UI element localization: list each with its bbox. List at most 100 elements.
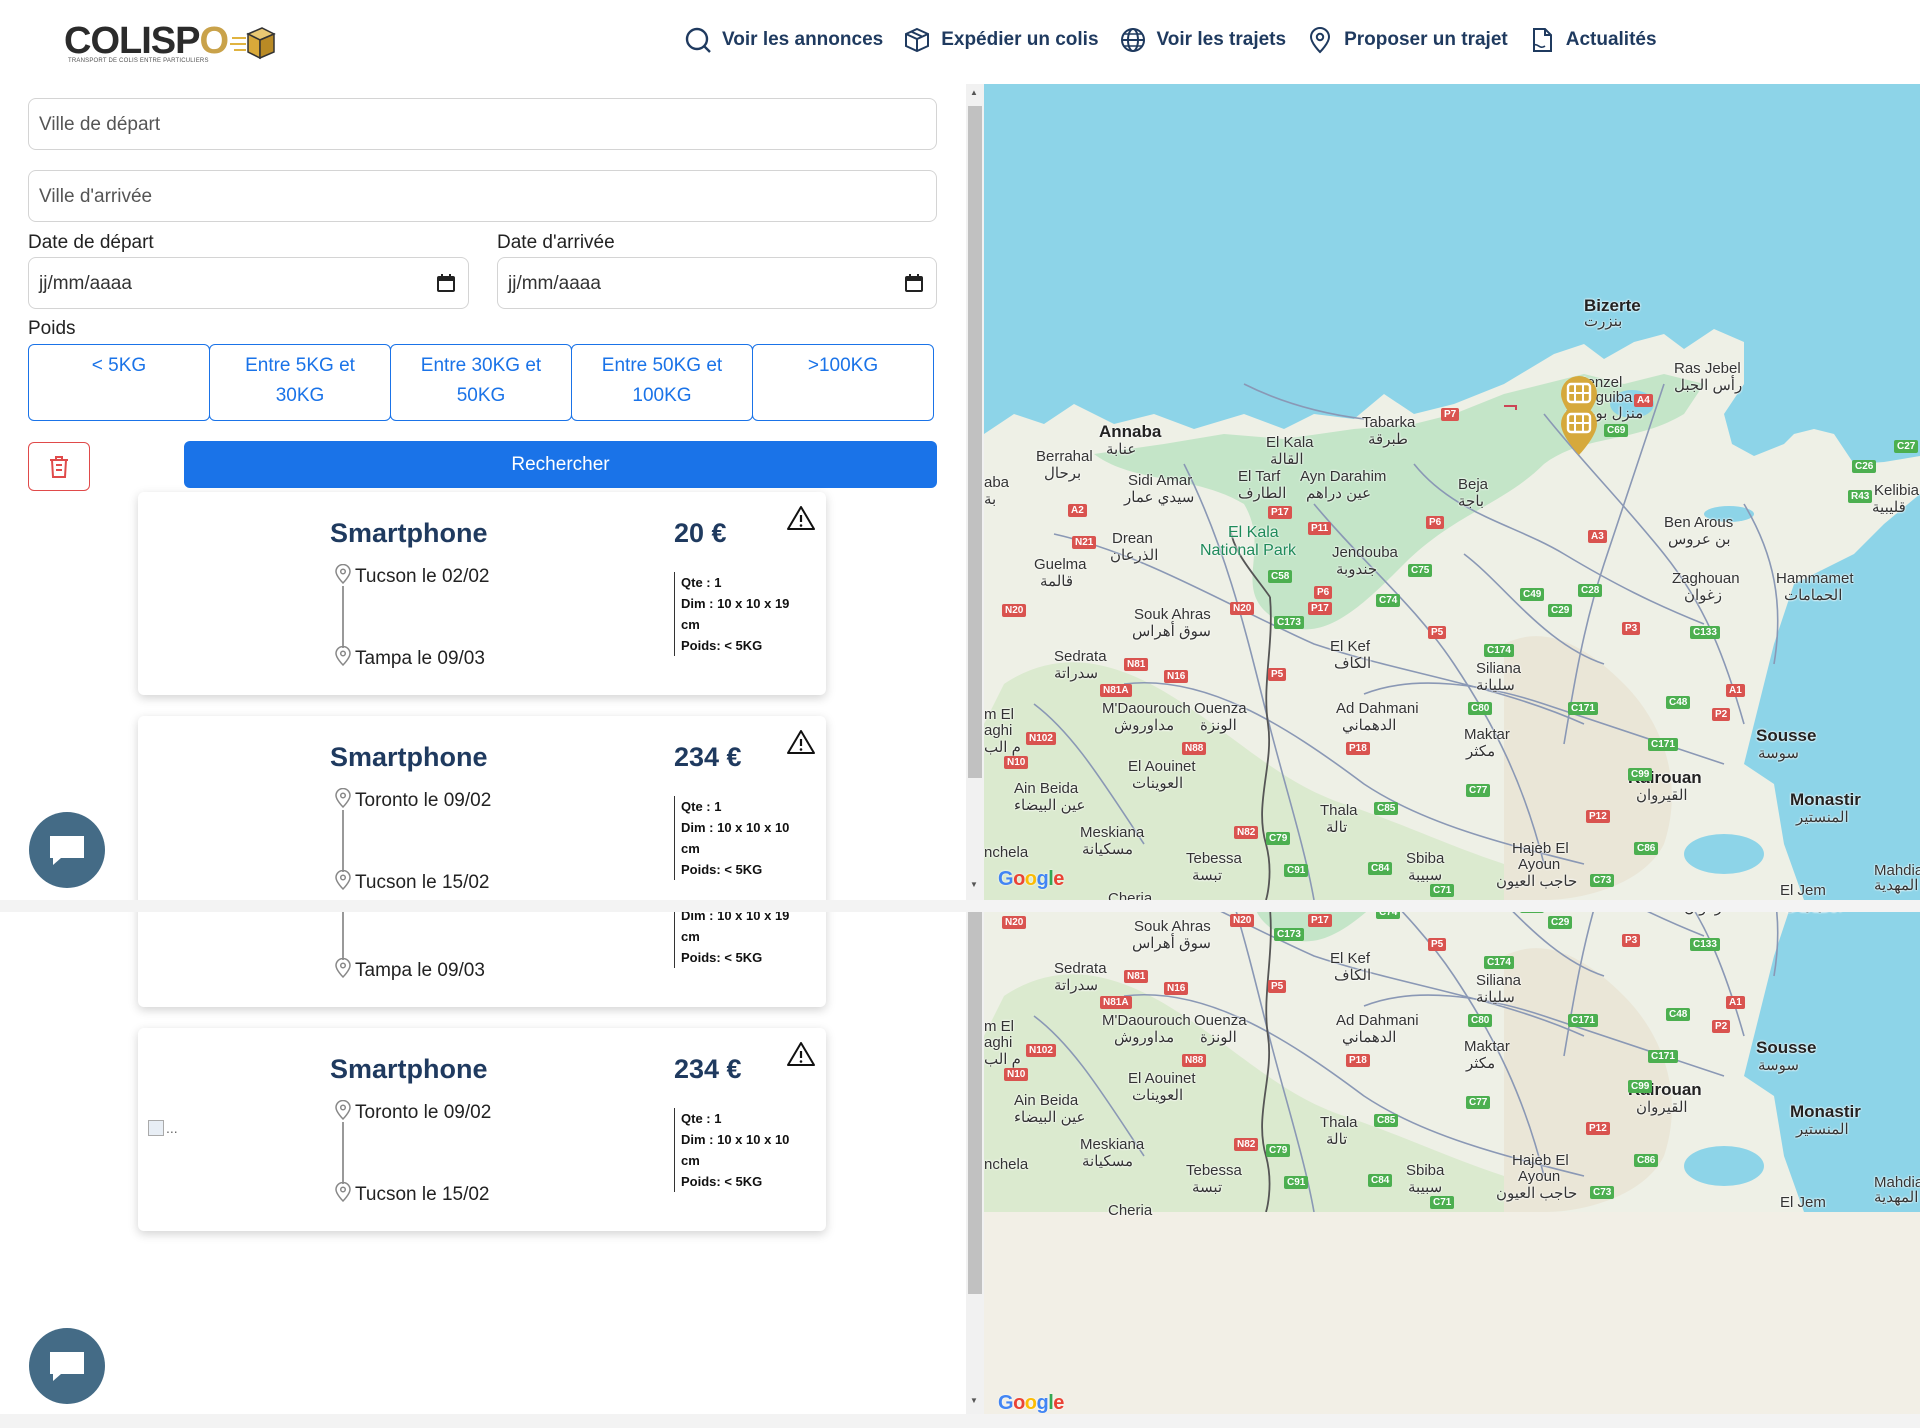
chat-bubble-icon bbox=[50, 1352, 84, 1381]
nav-label: Expédier un colis bbox=[941, 29, 1099, 50]
site-logo[interactable]: COLISPO TRANSPORT DE COLIS ENTRE PARTICU… bbox=[64, 20, 276, 64]
road-shield: N20 bbox=[1230, 602, 1255, 615]
chat-button[interactable] bbox=[29, 1328, 105, 1404]
map-label-el-aghi: m El bbox=[984, 706, 1014, 723]
google-attribution-logo[interactable]: Google bbox=[998, 868, 1064, 891]
weight-option-5-30[interactable]: Entre 5KG et 30KG bbox=[209, 344, 391, 421]
nav-proposer-trajet[interactable]: Proposer un trajet bbox=[1306, 26, 1508, 54]
map-label-aghi-ar: م الب bbox=[984, 1051, 1021, 1068]
road-shield: C85 bbox=[1374, 1114, 1399, 1127]
listing-dim: Dim : 10 x 10 x 19 bbox=[681, 596, 790, 611]
calendar-icon[interactable] bbox=[436, 273, 456, 293]
map-label-ayoun: Ayoun bbox=[1518, 856, 1561, 873]
map-label-hammamet-ar: الحمامات bbox=[1784, 587, 1843, 604]
scroll-down-arrow[interactable]: ▼ bbox=[970, 880, 978, 889]
listing-title: Smartphone bbox=[330, 1054, 488, 1084]
chat-button[interactable] bbox=[29, 812, 105, 888]
scrollbar[interactable]: ▲ ▼ bbox=[966, 84, 984, 900]
nav-actualites[interactable]: Actualités bbox=[1528, 26, 1657, 54]
logo-wordmark: COLISPO bbox=[64, 20, 229, 62]
search-button[interactable]: Rechercher bbox=[184, 441, 937, 488]
weight-option-lt5[interactable]: < 5KG bbox=[28, 344, 210, 421]
map-label-thala-ar: تالة bbox=[1326, 1131, 1348, 1148]
road-shield: C80 bbox=[1468, 1014, 1493, 1027]
road-shield: C69 bbox=[1604, 424, 1629, 437]
map-label-sidi-amar: Sidi Amar bbox=[1128, 472, 1193, 489]
departure-city-input[interactable]: Ville de départ bbox=[28, 98, 937, 150]
road-shield: P5 bbox=[1428, 938, 1447, 951]
scrollbar-thumb[interactable] bbox=[968, 912, 982, 1294]
destination-pin-icon bbox=[335, 646, 351, 666]
road-shield: C85 bbox=[1374, 802, 1399, 815]
search-panel: Ville de départ Ville d'arrivée Date de … bbox=[0, 84, 966, 900]
road-shield: P7 bbox=[1441, 408, 1460, 421]
map-label-sedrata: Sedrata bbox=[1054, 648, 1107, 665]
trash-icon bbox=[50, 455, 68, 478]
weight-option-30-50[interactable]: Entre 30KG et 50KG bbox=[390, 344, 572, 421]
scrollbar[interactable]: ▼ bbox=[966, 912, 984, 1414]
listing-card[interactable]: Smartphone 20 € Tucson le 02/02 Tampa le… bbox=[138, 492, 826, 695]
listing-card[interactable]: Smartphone 234 € Toronto le 09/02 Tucson… bbox=[138, 716, 826, 900]
road-shield: C71 bbox=[1430, 884, 1455, 897]
arrival-city-input[interactable]: Ville d'arrivée bbox=[28, 170, 937, 222]
listing-card[interactable]: ... Smartphone 20 € Tucson le 02/02 Tamp… bbox=[138, 912, 826, 1007]
date-departure-label: Date de départ bbox=[28, 232, 154, 253]
map-label-chenchela: nchela bbox=[984, 1156, 1029, 1173]
listing-weight: Poids: < 5KG bbox=[681, 950, 763, 965]
map-label-bizerte-ar: بنزرت bbox=[1584, 313, 1623, 330]
road-shield: P6 bbox=[1426, 516, 1445, 529]
map-label-sbiba-ar: سبيبة bbox=[1408, 867, 1443, 884]
map-view[interactable]: BizerteبنزرتRas Jebelرأس الجبلMenzelBour… bbox=[984, 84, 1920, 900]
weight-option-50-100[interactable]: Entre 50KG et 100KG bbox=[571, 344, 753, 421]
nav-voir-trajets[interactable]: Voir les trajets bbox=[1119, 26, 1286, 54]
map-label-hammamet-ar: الحمامات bbox=[1784, 912, 1842, 916]
scroll-up-arrow[interactable]: ▲ bbox=[970, 88, 978, 97]
nav-label: Voir les annonces bbox=[722, 29, 884, 50]
road-shield: C27 bbox=[1894, 440, 1919, 453]
listing-price: 20 € bbox=[674, 518, 727, 548]
calendar-icon[interactable] bbox=[904, 273, 924, 293]
map-view[interactable]: BizerteبنزرتRas Jebelرأس الجبلMenzelBour… bbox=[984, 912, 1920, 1414]
road-shield: C48 bbox=[1666, 696, 1691, 709]
nav-voir-annonces[interactable]: Voir les annonces bbox=[684, 26, 883, 54]
road-shield: C77 bbox=[1466, 1096, 1491, 1109]
report-warning-icon[interactable] bbox=[786, 1040, 816, 1068]
road-shield: N102 bbox=[1026, 1044, 1056, 1057]
road-shield: P17 bbox=[1308, 602, 1332, 615]
road-shield: C133 bbox=[1690, 938, 1720, 951]
scroll-down-arrow[interactable]: ▼ bbox=[970, 1396, 978, 1405]
map-label-kairouan-ar: القيروان bbox=[1636, 787, 1688, 804]
map-label-souk-ahras-ar: سوق أهراس bbox=[1132, 623, 1211, 640]
scrollbar-thumb[interactable] bbox=[968, 106, 982, 778]
report-warning-icon[interactable] bbox=[786, 728, 816, 756]
listing-weight: Poids: < 5KG bbox=[681, 1174, 763, 1189]
road-shield: C99 bbox=[1628, 768, 1653, 781]
map-label-drean: Drean bbox=[1112, 530, 1153, 547]
road-shield: C73 bbox=[1590, 874, 1615, 887]
google-attribution-logo[interactable]: Google bbox=[998, 1392, 1064, 1414]
road-shield: A2 bbox=[1068, 504, 1087, 517]
nav-expedier-colis[interactable]: Expédier un colis bbox=[903, 26, 1099, 54]
map-label-el-kef-ar: الكاف bbox=[1334, 655, 1372, 672]
nav-label: Proposer un trajet bbox=[1344, 29, 1508, 50]
map-label-chenchela: nchela bbox=[984, 844, 1029, 861]
map-label-kelibia: Kelibia bbox=[1874, 482, 1920, 499]
listing-qty: Qte : 1 bbox=[681, 1111, 722, 1126]
road-shield: N20 bbox=[1002, 916, 1027, 929]
date-departure-input[interactable]: jj/mm/aaaa bbox=[28, 257, 469, 309]
road-shield: N20 bbox=[1230, 914, 1255, 927]
map-label-sousse: Sousse bbox=[1756, 726, 1817, 745]
road-shield: P6 bbox=[1314, 586, 1333, 599]
road-shield: A4 bbox=[1634, 394, 1653, 407]
listing-destination: Tampa le 09/03 bbox=[355, 960, 485, 981]
clear-filters-button[interactable] bbox=[28, 442, 90, 491]
listing-card[interactable]: ... Smartphone 234 € Toronto le 09/02 Tu… bbox=[138, 1028, 826, 1231]
weight-option-gt100[interactable]: >100KG bbox=[752, 344, 934, 421]
road-shield: A3 bbox=[1588, 530, 1607, 543]
road-shield: P3 bbox=[1622, 622, 1641, 635]
report-warning-icon[interactable] bbox=[786, 504, 816, 532]
date-arrival-input[interactable]: jj/mm/aaaa bbox=[497, 257, 937, 309]
listing-price: 234 € bbox=[674, 742, 742, 772]
listing-map-marker-icon[interactable] bbox=[1558, 406, 1600, 456]
origin-pin-icon bbox=[335, 1100, 351, 1120]
